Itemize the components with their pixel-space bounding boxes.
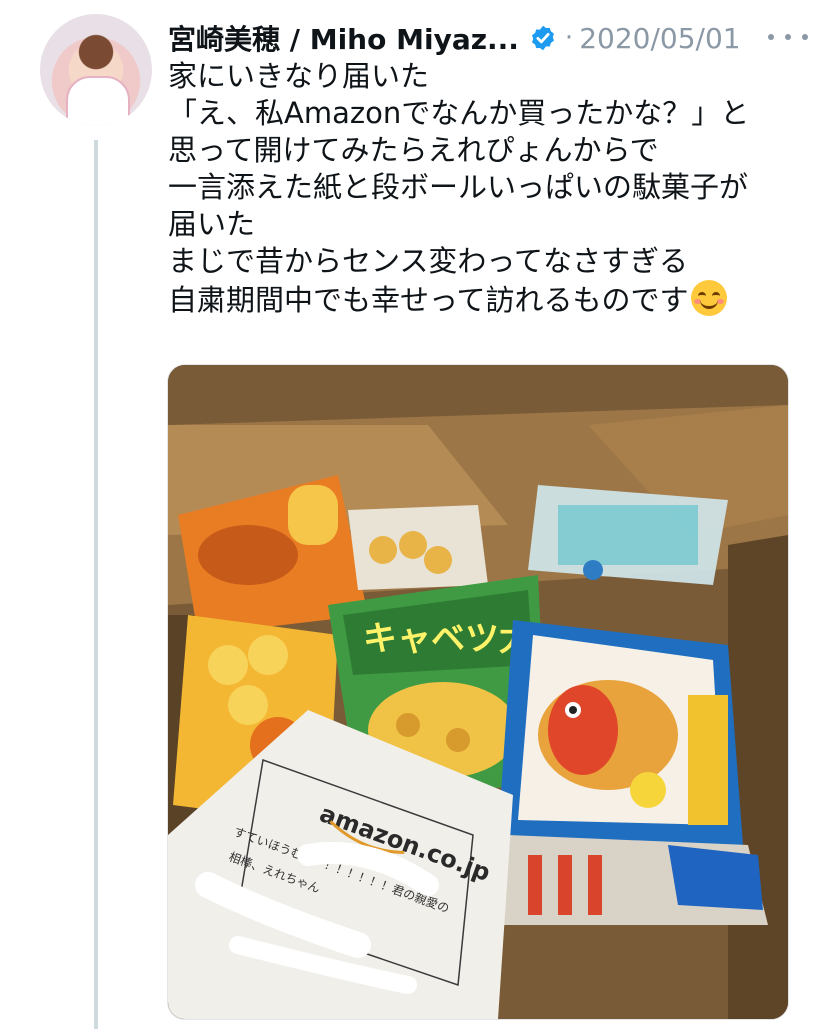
snack-bag-white — [348, 505, 488, 590]
tweet-line: 届いた — [168, 207, 256, 241]
tweet-photo[interactable]: キャベツ太 amazon.co.jp すていほうむ！！！！！！！！君の親愛の 相… — [167, 364, 789, 1020]
author-avatar[interactable] — [40, 14, 152, 126]
tweet-line: 一言添えた紙と段ボールいっぱいの駄菓子が — [168, 170, 749, 204]
tweet-date[interactable]: 2020/05/01 — [579, 22, 740, 55]
tweet-line-last: 自粛期間中でも幸せって訪れるものです — [168, 280, 808, 319]
tweet-line: 家にいきなり届いた — [168, 59, 430, 93]
thread-connector-line — [94, 140, 98, 1029]
tweet-header: 宮崎美穂 / Miho Miyaz... · 2020/05/01 — [168, 18, 818, 58]
tweet-line: 自粛期間中でも幸せって訪れるものです — [168, 283, 689, 317]
verified-badge-icon — [529, 24, 557, 52]
tweet-line: まじで昔からセンス変わってなさすぎる — [168, 244, 688, 278]
header-separator: · — [564, 23, 574, 53]
tweet-line: 思って開けてみたらえれぴょんからで — [168, 133, 659, 167]
snack-bag-striped — [498, 835, 768, 925]
kyabetsu-label: キャベツ太 — [363, 619, 533, 659]
snack-bag-octopus — [498, 620, 743, 845]
tweet-line: 「え、私Amazonでなんか買ったかな？」と — [168, 96, 750, 130]
candy-pack-blue — [528, 485, 728, 585]
tweet-text: 家にいきなり届いた 「え、私Amazonでなんか買ったかな？」と 思って開けてみ… — [168, 58, 808, 319]
more-options-icon[interactable] — [768, 22, 808, 52]
smiling-face-emoji-icon — [690, 280, 727, 316]
author-name[interactable]: 宮崎美穂 / Miho Miyaz... — [168, 18, 519, 58]
